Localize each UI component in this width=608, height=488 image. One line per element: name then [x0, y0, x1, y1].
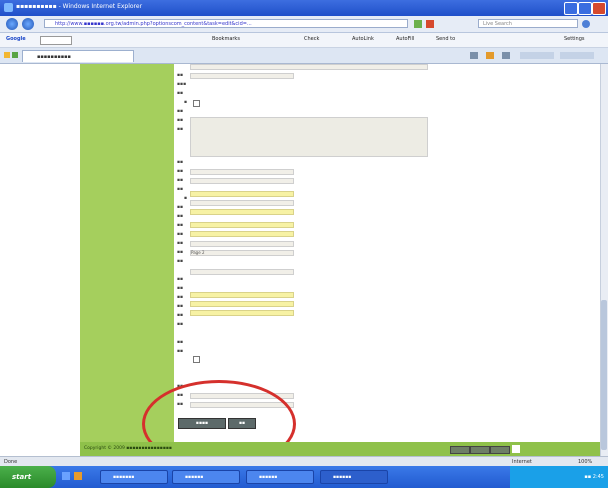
form-label: ▪▪ — [177, 241, 184, 246]
text-field[interactable] — [190, 241, 294, 247]
text-field-required[interactable] — [190, 292, 294, 298]
text-field-required[interactable] — [190, 209, 294, 215]
maximize-icon[interactable] — [578, 2, 592, 15]
form-label: ▪▪ — [177, 91, 184, 96]
refresh-icon[interactable] — [414, 20, 422, 28]
taskbar-task[interactable]: ▪▪▪▪▪▪ — [246, 470, 314, 484]
system-tray[interactable]: ▪▪ 2:45 — [510, 466, 608, 488]
search-input[interactable]: Live Search — [478, 19, 578, 28]
settings-button[interactable]: Settings — [564, 36, 585, 42]
form-label: ▪▪ — [177, 322, 184, 327]
form-label: ▪▪ — [177, 178, 184, 183]
scrollbar-thumb[interactable] — [601, 300, 607, 450]
form-label: ▪ — [184, 100, 188, 105]
home-icon[interactable] — [470, 52, 478, 59]
status-text: Done — [4, 459, 18, 465]
form-label: ▪▪ — [177, 277, 184, 282]
stop-icon[interactable] — [426, 20, 434, 28]
left-green-column — [80, 64, 174, 442]
minimize-icon[interactable] — [564, 2, 578, 15]
text-field[interactable] — [190, 73, 294, 79]
text-field[interactable] — [190, 200, 294, 206]
text-field-required[interactable] — [190, 191, 294, 197]
textarea-field[interactable] — [190, 117, 428, 157]
footer-icon[interactable] — [512, 445, 520, 453]
form-label: ▪▪ — [177, 223, 184, 228]
tab-bar: ▪▪▪▪▪▪▪▪▪▪ — [0, 48, 608, 64]
footer-button[interactable] — [470, 446, 490, 454]
start-button[interactable]: start — [0, 466, 56, 488]
taskbar: start ▪▪▪▪▪▪▪ ▪▪▪▪▪▪ ▪▪▪▪▪▪ ▪▪▪▪▪▪ ▪▪ 2:… — [0, 466, 608, 488]
back-icon[interactable] — [6, 18, 18, 30]
form-label: ▪▪ — [177, 349, 184, 354]
form-label: ▪▪ — [177, 205, 184, 210]
form-label: ▪▪ — [177, 214, 184, 219]
form-label: ▪▪ — [177, 187, 184, 192]
favorites-star-icon[interactable] — [4, 52, 10, 58]
top-field[interactable] — [190, 64, 428, 70]
print-icon[interactable] — [502, 52, 510, 59]
send-to-button[interactable]: Send to — [436, 36, 455, 42]
status-zoom[interactable]: 100% — [578, 459, 592, 465]
form-label: ▪▪ — [177, 313, 184, 318]
taskbar-task-active[interactable]: ▪▪▪▪▪▪ — [320, 470, 388, 484]
footer-button[interactable] — [490, 446, 510, 454]
quicklaunch-icon[interactable] — [74, 472, 82, 480]
search-icon[interactable] — [582, 20, 590, 28]
url-input[interactable]: http://www.▪▪▪▪▪▪.org.tw/admin.php?optio… — [44, 19, 408, 28]
form-label: ▪▪ — [177, 340, 184, 345]
form-label: ▪▪ — [177, 73, 184, 78]
taskbar-task[interactable]: ▪▪▪▪▪▪ — [172, 470, 240, 484]
google-search-input[interactable] — [40, 36, 72, 45]
add-favorites-icon[interactable] — [12, 52, 18, 58]
value-field[interactable]: Page 2 — [190, 250, 294, 256]
checkbox[interactable] — [193, 356, 200, 363]
address-bar: http://www.▪▪▪▪▪▪.org.tw/admin.php?optio… — [0, 16, 608, 33]
text-field[interactable] — [190, 269, 294, 275]
feeds-icon[interactable] — [486, 52, 494, 59]
text-field-required[interactable] — [190, 231, 294, 237]
window-title: ▪▪▪▪▪▪▪▪▪▪ - Windows Internet Explorer — [16, 3, 143, 10]
check-button[interactable]: Check — [304, 36, 319, 42]
text-field[interactable] — [190, 169, 294, 175]
form-label: ▪▪ — [177, 304, 184, 309]
form-label: ▪▪ — [177, 232, 184, 237]
google-logo[interactable]: Google — [6, 36, 26, 42]
form-label: ▪▪ — [177, 160, 184, 165]
footer-button[interactable] — [450, 446, 470, 454]
window-title-bar: ▪▪▪▪▪▪▪▪▪▪ - Windows Internet Explorer — [0, 0, 608, 16]
form-label: ▪▪ — [177, 169, 184, 174]
quicklaunch-icon[interactable] — [62, 472, 70, 480]
form-label: ▪▪▪ — [177, 82, 187, 87]
text-field-required[interactable] — [190, 301, 294, 307]
autofill-button[interactable]: AutoFill — [396, 36, 414, 42]
close-icon[interactable] — [592, 2, 606, 15]
form-label: ▪▪ — [177, 295, 184, 300]
bookmarks-button[interactable]: Bookmarks — [212, 36, 240, 42]
form-label: ▪ — [184, 196, 188, 201]
autolink-button[interactable]: AutoLink — [352, 36, 374, 42]
form-label: ▪▪ — [177, 127, 184, 132]
forward-icon[interactable] — [22, 18, 34, 30]
taskbar-task[interactable]: ▪▪▪▪▪▪▪ — [100, 470, 168, 484]
form-label: ▪▪ — [177, 109, 184, 114]
footer-copyright: Copyright © 2009 ▪▪▪▪▪▪▪▪▪▪▪▪▪▪▪ — [84, 446, 172, 451]
text-field-required[interactable] — [190, 222, 294, 228]
status-zone: Internet — [512, 459, 532, 465]
text-field-required[interactable] — [190, 310, 294, 316]
ie-icon — [4, 3, 13, 12]
toolbar: Google Bookmarks Check AutoLink AutoFill… — [0, 33, 608, 48]
form-label: ▪▪ — [177, 286, 184, 291]
form-label: ▪▪ — [177, 250, 184, 255]
tab-active[interactable]: ▪▪▪▪▪▪▪▪▪▪ — [22, 50, 134, 62]
form-label: ▪▪ — [177, 259, 184, 264]
tools-menu[interactable] — [560, 52, 594, 59]
text-field[interactable] — [190, 178, 294, 184]
form-label: ▪▪ — [177, 118, 184, 123]
page-menu[interactable] — [520, 52, 554, 59]
checkbox[interactable] — [193, 100, 200, 107]
